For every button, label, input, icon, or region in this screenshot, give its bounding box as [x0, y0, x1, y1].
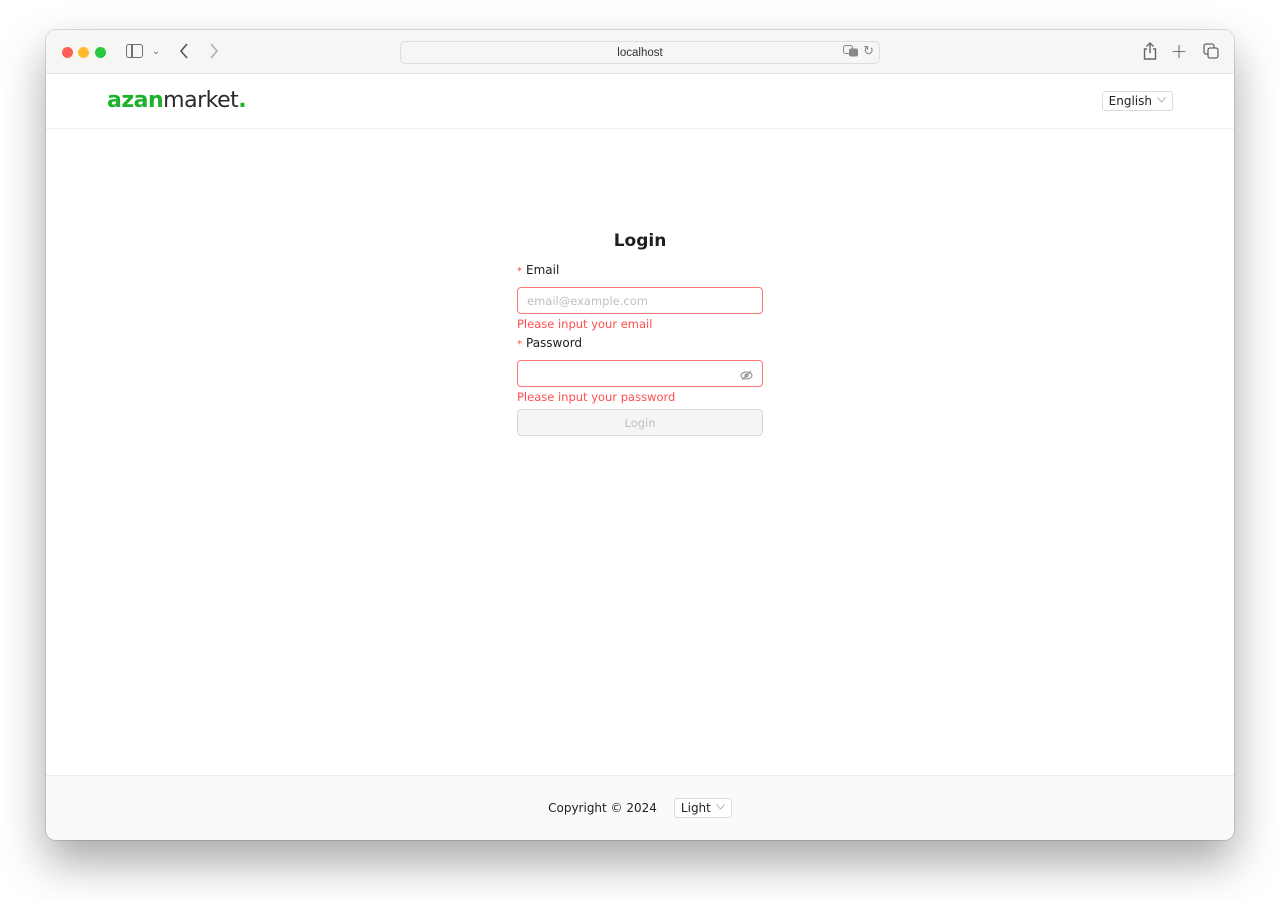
email-field[interactable] [527, 293, 753, 308]
logo[interactable]: azanmarket. [107, 88, 247, 113]
required-mark: * [517, 339, 522, 350]
login-button[interactable]: Login [517, 409, 763, 436]
minimize-window-button[interactable] [78, 47, 89, 58]
theme-value: Light [680, 801, 711, 815]
copyright-text: Copyright © 2024 [548, 801, 657, 815]
password-label: * Password [517, 334, 763, 352]
reload-icon[interactable]: ↻ [863, 44, 874, 59]
email-label: * Email [517, 261, 763, 279]
password-label-text: Password [526, 336, 583, 350]
password-field[interactable] [527, 366, 753, 381]
logo-text: market [163, 88, 239, 113]
zoom-window-button[interactable] [95, 47, 106, 58]
theme-select[interactable]: Light [673, 798, 732, 818]
password-field-wrapper [517, 360, 763, 387]
chevron-down-icon[interactable]: ⌄ [150, 43, 162, 59]
page-title: Login [613, 231, 667, 251]
footer: Copyright © 2024 Light [46, 775, 1234, 840]
eye-invisible-icon[interactable] [740, 367, 753, 381]
address-bar[interactable]: localhost ↻ [400, 41, 880, 64]
close-window-button[interactable] [62, 47, 73, 58]
sidebar-icon[interactable] [126, 44, 143, 58]
browser-window: ⌄ localhost ↻ + azanmarket. English Logi… [46, 30, 1234, 840]
app-header: azanmarket. English [46, 74, 1234, 129]
tab-overview-icon[interactable] [1203, 43, 1219, 59]
email-field-wrapper [517, 287, 763, 314]
chevron-down-icon [716, 803, 725, 813]
chevron-down-icon [1157, 96, 1166, 106]
chevron-right-icon[interactable] [206, 40, 222, 62]
plus-icon[interactable]: + [1170, 39, 1188, 63]
language-value: English [1108, 94, 1152, 108]
logo-dot: . [238, 88, 247, 113]
login-form: Login * Email Please input your email * Pa… [517, 229, 763, 436]
url-text: localhost [617, 46, 663, 59]
language-select[interactable]: English [1101, 91, 1173, 111]
email-error: Please input your email [517, 317, 653, 331]
chevron-left-icon[interactable] [176, 40, 192, 62]
required-mark: * [517, 266, 522, 277]
email-label-text: Email [526, 263, 560, 277]
share-icon[interactable] [1142, 40, 1158, 62]
logo-brand: azan [107, 88, 164, 113]
main-content: Login * Email Please input your email * Pa… [46, 129, 1234, 775]
translate-icon[interactable] [843, 45, 859, 60]
password-error: Please input your password [517, 390, 676, 404]
browser-toolbar: ⌄ localhost ↻ + [46, 30, 1234, 74]
